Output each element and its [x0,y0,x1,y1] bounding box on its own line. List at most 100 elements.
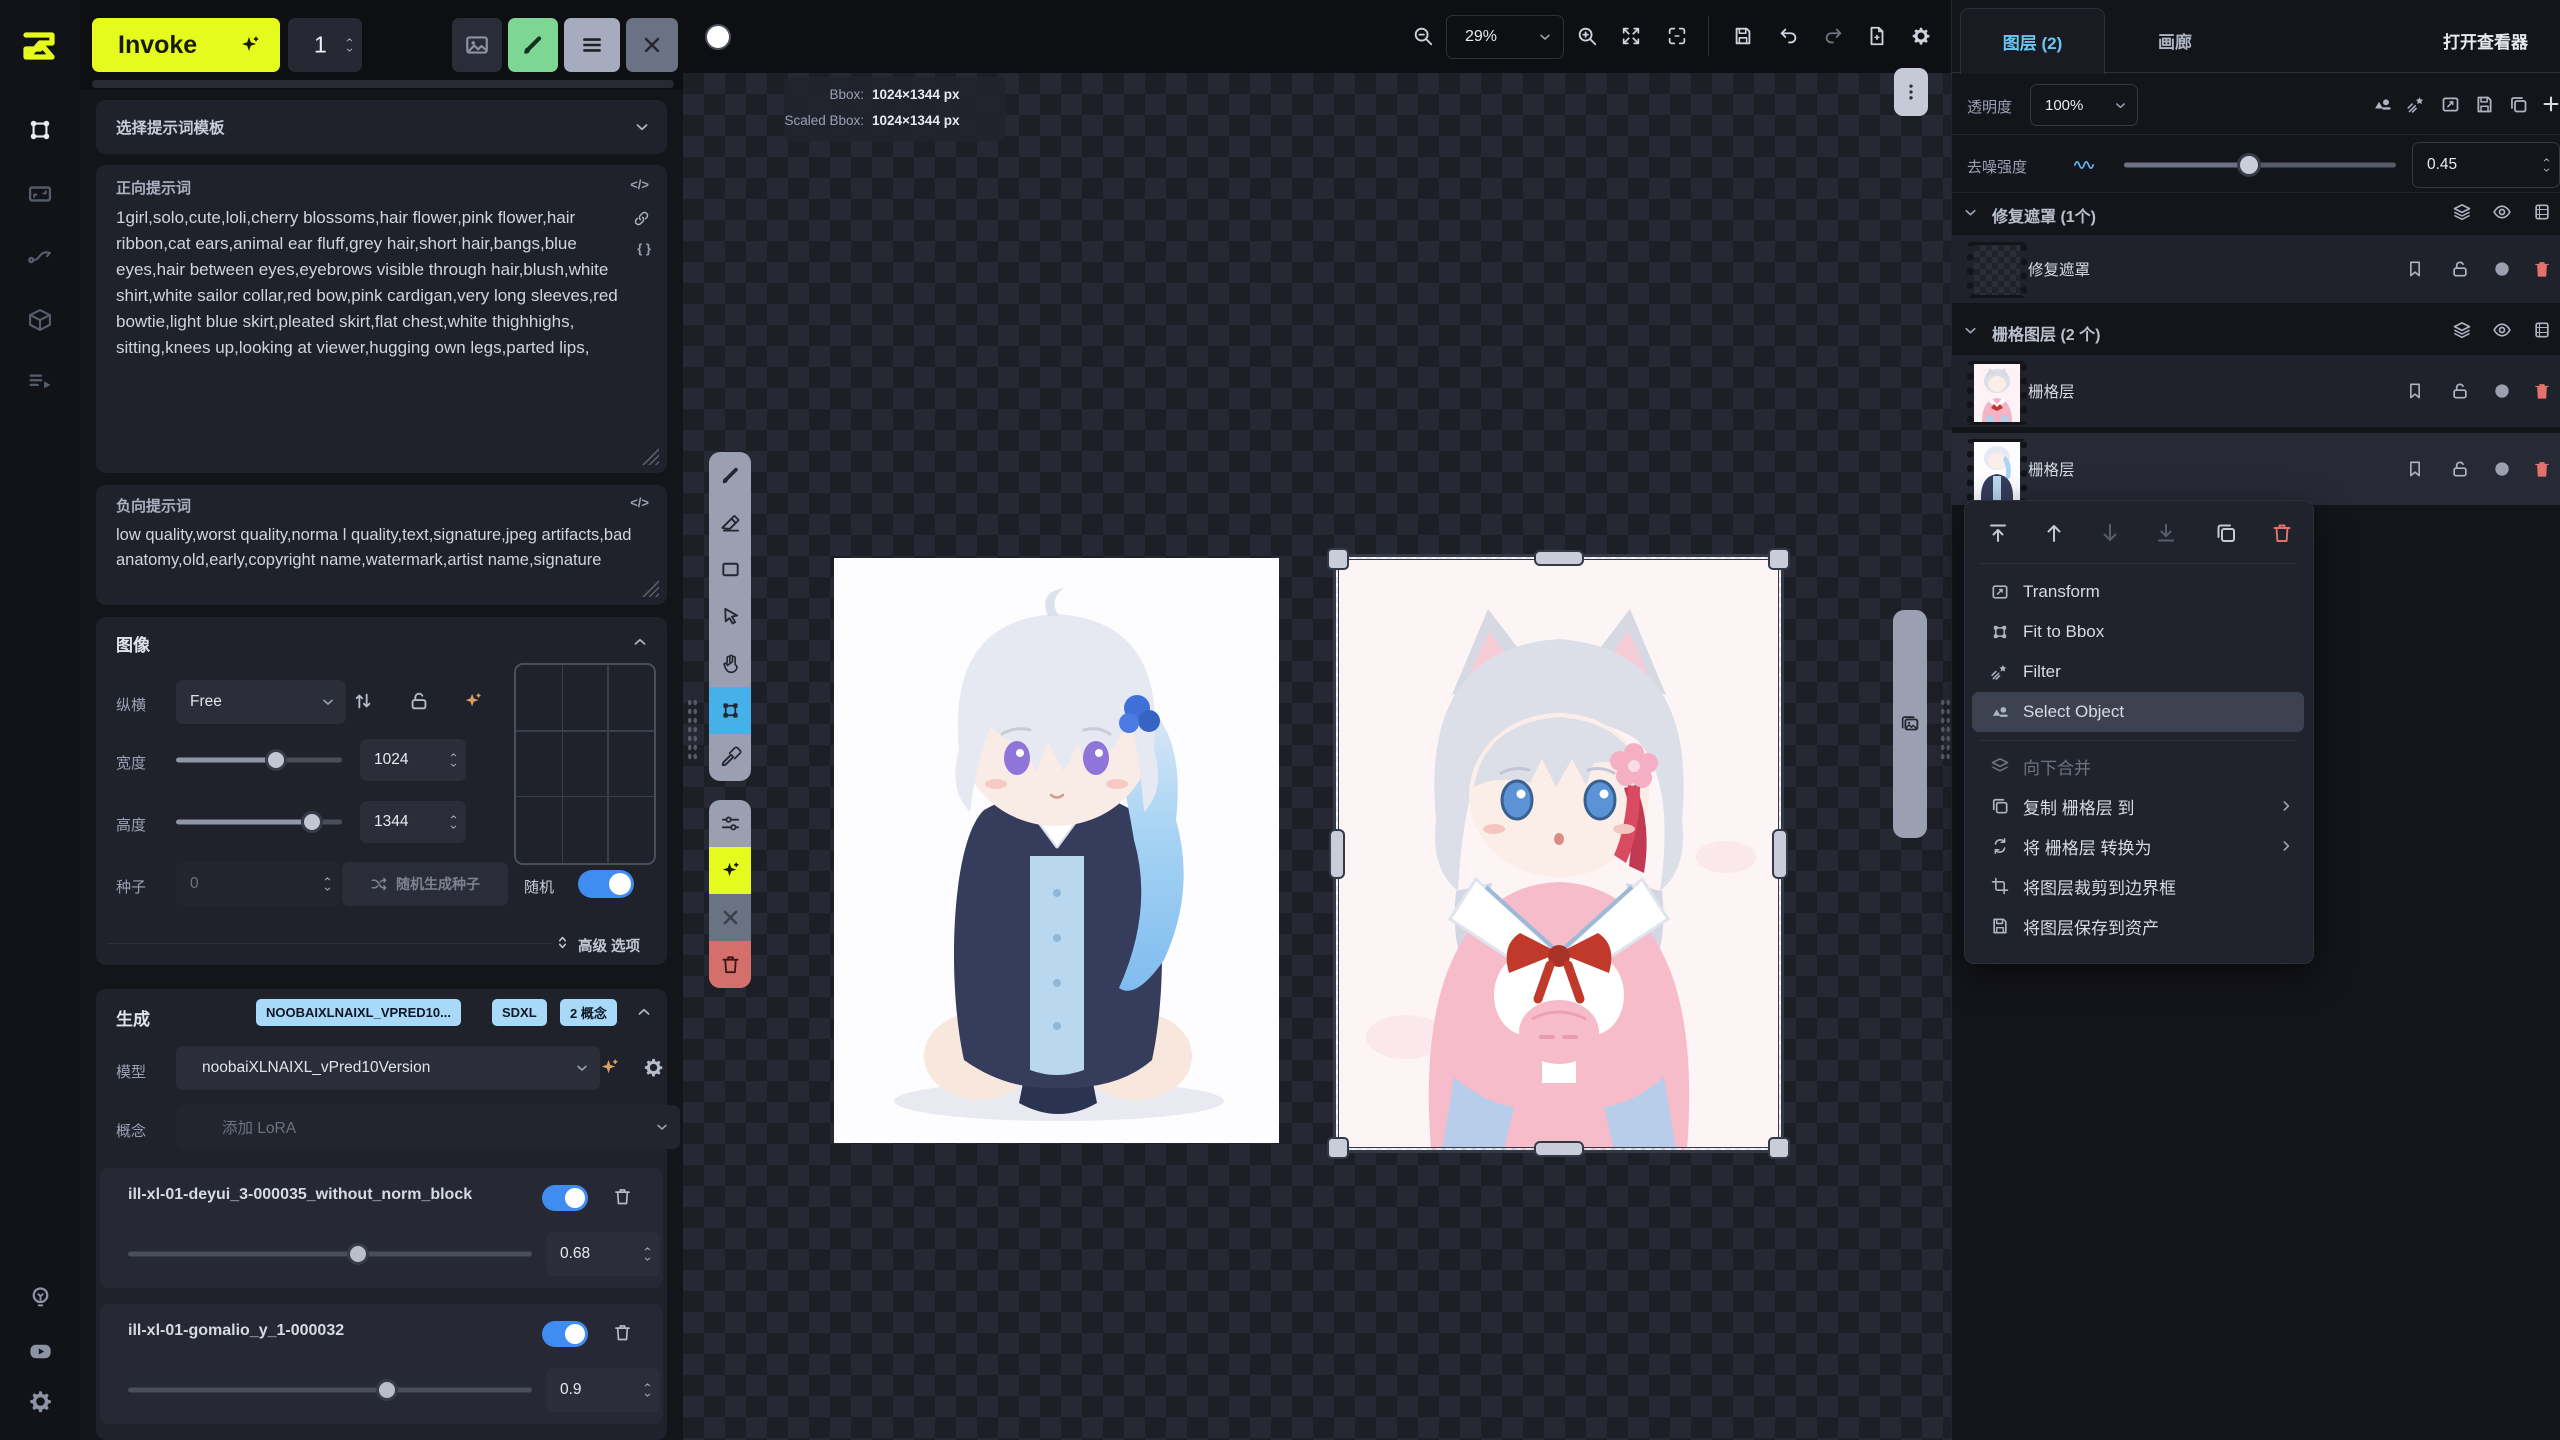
merge-layers-icon[interactable] [2452,320,2472,340]
whats-new-icon[interactable] [27,1284,54,1311]
duplicate-layer-icon[interactable] [2508,94,2529,115]
trash-icon[interactable] [2532,459,2552,479]
model-select[interactable]: noobaiXLNAIXL_vPred10Version [176,1046,600,1090]
apply-staging-button[interactable] [709,847,751,894]
model-sparkle-icon[interactable] [598,1056,621,1079]
collapse-group-icon[interactable] [1962,204,1979,221]
group-bbox-icon[interactable] [2532,202,2552,222]
bbox-handle-bottom-right[interactable] [1768,1137,1790,1159]
increment-icon[interactable] [344,36,355,45]
random-seed-button[interactable]: 随机生成种子 [342,862,508,906]
trash-icon[interactable] [2532,259,2552,279]
models-tab-icon[interactable] [26,306,54,334]
bbox-handle-left[interactable] [1329,829,1345,879]
decrement-icon[interactable] [642,1255,653,1264]
increment-icon[interactable] [322,875,333,884]
decrement-icon[interactable] [448,761,459,770]
positive-prompt-box[interactable]: 正向提示词 </> { } 1girl,solo,cute,loli,cherr… [96,165,667,473]
panel-resize-handle[interactable] [1940,698,1951,760]
lora-weight-input[interactable]: 0.9 [546,1368,660,1412]
discard-button[interactable] [709,894,751,941]
trash-icon[interactable] [2532,381,2552,401]
add-layer-icon[interactable] [2540,93,2560,115]
merge-layers-icon[interactable] [2452,202,2472,222]
color-picker-tool[interactable] [709,734,751,781]
raster-layer-image-pink[interactable] [1336,557,1781,1150]
bookmark-icon[interactable] [2405,459,2425,479]
layer-row-raster-1[interactable]: 栅格层 [1951,355,2560,427]
height-slider[interactable] [176,810,342,834]
filter-icon[interactable] [2406,94,2427,115]
optimize-size-icon[interactable] [462,690,484,712]
lora-weight-input[interactable]: 0.68 [546,1232,660,1276]
swap-dimensions-icon[interactable] [352,690,374,712]
view-tool[interactable] [709,640,751,687]
queue-tab-icon[interactable] [26,368,54,396]
rectangle-tool[interactable] [709,546,751,593]
menu-item-transform[interactable]: Transform [1964,572,2312,612]
lora-weight-slider[interactable] [128,1242,532,1266]
seed-input[interactable]: 0 [176,862,340,906]
increment-icon[interactable] [642,1245,653,1254]
positive-prompt-text[interactable]: 1girl,solo,cute,loli,cherry blossoms,hai… [116,205,626,361]
menu-item-select-object[interactable]: Select Object [1964,692,2312,732]
workflows-tab-icon[interactable] [26,242,54,270]
decrement-icon[interactable] [344,46,355,55]
canvas-settings-icon[interactable] [1910,25,1932,47]
opacity-select[interactable]: 100% [2030,84,2138,126]
settings-icon[interactable] [27,1388,54,1415]
inpaint-group-title[interactable]: 修复遮罩 (1个) [1992,203,2096,227]
menu-item-filter[interactable]: Filter [1964,652,2312,692]
move-to-top-icon[interactable] [1986,521,2010,545]
visibility-icon[interactable] [2492,320,2512,340]
increment-icon[interactable] [448,751,459,760]
eraser-tool[interactable] [709,499,751,546]
brush-mode-button[interactable] [508,18,558,72]
layer-color-dot[interactable] [2492,381,2512,401]
denoise-wave-icon[interactable] [2062,154,2106,176]
fit-bbox-icon[interactable] [1666,25,1688,47]
bbox-handle-top-left[interactable] [1327,548,1349,570]
duplicate-icon[interactable] [2214,521,2238,545]
lora-weight-slider[interactable] [128,1378,532,1402]
delete-button[interactable] [709,941,751,988]
invoke-button[interactable]: Invoke [92,18,280,72]
random-seed-toggle[interactable] [578,870,634,898]
code-icon[interactable]: </> [630,495,649,510]
layer-row-raster-2-selected[interactable]: 栅格层 [1951,433,2560,505]
height-input[interactable]: 1344 [360,801,466,843]
zoom-out-icon[interactable] [1412,25,1434,47]
menu-item-convert-layer-to[interactable]: 将 栅格层 转换为 [1964,826,2312,866]
raster-layer-image-blue[interactable] [834,558,1279,1143]
bbox-handle-bottom-left[interactable] [1327,1137,1349,1159]
link-icon[interactable] [632,209,651,228]
model-settings-icon[interactable] [642,1056,665,1079]
zoom-in-icon[interactable] [1576,25,1598,47]
undo-icon[interactable] [1778,25,1800,47]
negative-prompt-text[interactable]: low quality,worst quality,norma l qualit… [116,523,636,573]
braces-icon[interactable]: { } [637,241,651,256]
raster-group-title[interactable]: 栅格图层 (2 个) [1992,321,2100,345]
decrement-icon[interactable] [322,885,333,894]
image-mode-button[interactable] [452,18,502,72]
advanced-options-label[interactable]: 高级 选项 [578,935,640,956]
menu-item-merge-down[interactable]: 向下合并 [1964,746,2312,786]
group-bbox-icon[interactable] [2532,320,2552,340]
lock-aspect-icon[interactable] [408,690,430,712]
zoom-level-select[interactable]: 29% [1446,15,1564,59]
code-icon[interactable]: </> [630,177,649,192]
layers-tab[interactable]: 图层 (2) [1960,8,2105,74]
advanced-options-icon[interactable] [554,934,571,951]
new-session-icon[interactable] [1866,25,1888,47]
brush-tool[interactable] [709,452,751,499]
select-object-icon[interactable] [2372,94,2393,115]
decrement-icon[interactable] [2541,166,2552,175]
save-layer-icon[interactable] [2474,94,2495,115]
denoise-input[interactable]: 0.45 [2412,142,2560,188]
visibility-icon[interactable] [2492,202,2512,222]
move-to-bottom-icon[interactable] [2154,521,2178,545]
menu-item-save-to-assets[interactable]: 将图层保存到资产 [1964,906,2312,946]
layer-color-dot[interactable] [2492,259,2512,279]
layer-row-inpaint-mask[interactable]: 修复遮罩 [1951,235,2560,303]
move-up-icon[interactable] [2042,521,2066,545]
